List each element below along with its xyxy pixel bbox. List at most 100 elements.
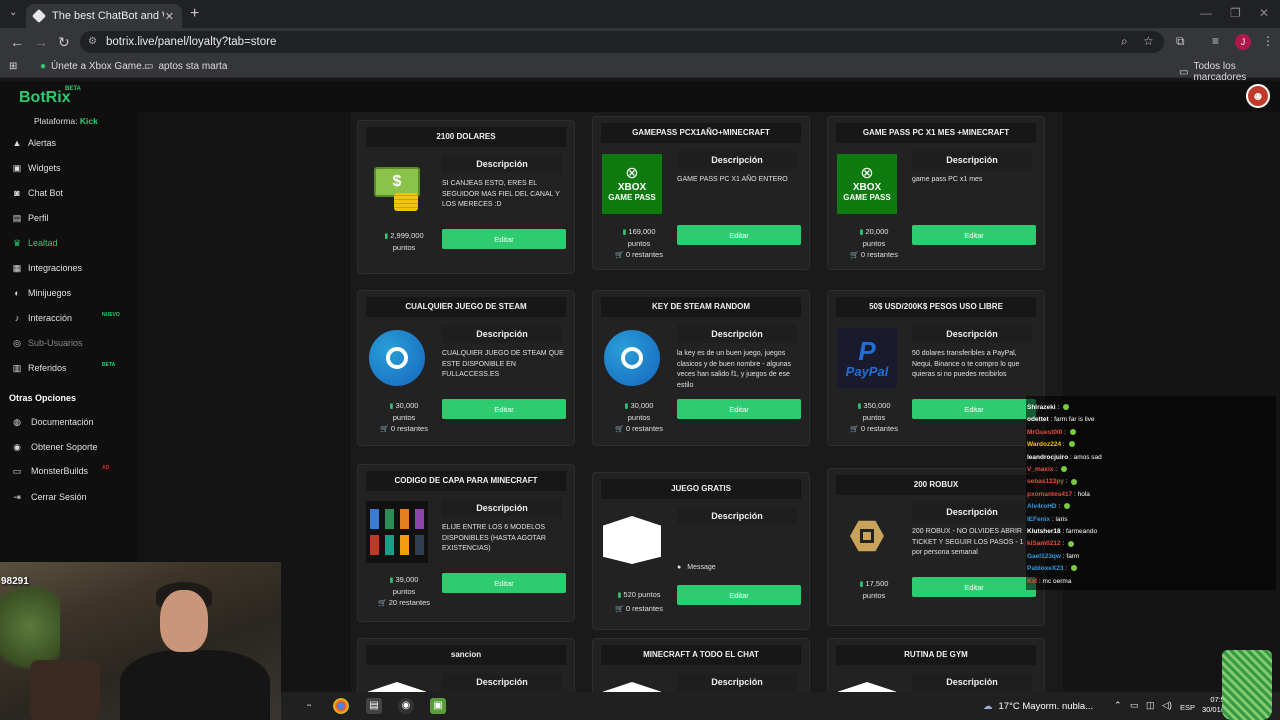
- sidebar-item-label: Documentación: [31, 417, 94, 427]
- remaining-text: 20 restantes: [388, 598, 431, 607]
- media-icon[interactable]: ≡: [1212, 34, 1219, 48]
- chat-username: Alv4roHD: [1027, 503, 1057, 511]
- bell-icon: ▲: [12, 138, 22, 148]
- close-tab-icon[interactable]: ✕: [165, 10, 174, 23]
- obs-icon[interactable]: ◉: [398, 698, 414, 714]
- description-header: Descripción: [912, 503, 1032, 521]
- apps-icon[interactable]: ⊞: [9, 61, 17, 72]
- chrome-icon[interactable]: [333, 698, 349, 714]
- tray-chevron-icon[interactable]: ⌃: [1114, 700, 1122, 711]
- menu-icon[interactable]: ⋮: [1262, 34, 1274, 48]
- streamer-body: [120, 650, 270, 720]
- reload-icon[interactable]: ↻: [58, 34, 70, 51]
- emote-icon: [1069, 429, 1076, 436]
- sidebar-item-cerrar-sesi-n[interactable]: ⇥ Cerrar Sesión: [0, 486, 138, 508]
- sidebar-item-documentaci-n[interactable]: ◍ Documentación: [0, 411, 138, 433]
- cart-icon: 🛒: [615, 426, 624, 433]
- chat-username: kiSam0212: [1027, 540, 1061, 548]
- zoom-icon[interactable]: ⌕: [1121, 34, 1128, 49]
- cup-overlay-image: [1222, 650, 1272, 720]
- edit-reward-button[interactable]: Editar: [677, 399, 801, 419]
- sidebar-item-perfil[interactable]: ▤ Perfil: [0, 207, 138, 229]
- sidebar-item-label: Referidos: [28, 363, 67, 373]
- network-icon[interactable]: ◫: [1146, 700, 1155, 711]
- cart-icon: 🛒: [377, 600, 387, 607]
- sidebar-item-monsterbuilds[interactable]: ▭ MonsterBuilds AD: [0, 460, 138, 482]
- edit-reward-button[interactable]: Editar: [912, 577, 1036, 597]
- sidebar-item-interacci-n[interactable]: ♪ Interacción NUEVO: [0, 307, 138, 329]
- remaining-text: 0 restantes: [860, 424, 898, 433]
- reward-image: [366, 327, 428, 389]
- chat-message: Wardoz224 :: [1027, 441, 1075, 448]
- xbox-icon: ●: [40, 61, 47, 72]
- reward-description: GAME PASS PC X1 AÑO ENTERO: [677, 176, 788, 183]
- app-icon[interactable]: ▪▪: [301, 698, 317, 714]
- reward-points: 39,000: [395, 575, 419, 584]
- support-icon: ◉: [13, 441, 21, 452]
- points-unit: puntos: [627, 238, 651, 248]
- edit-reward-button[interactable]: Editar: [442, 229, 566, 249]
- weather-widget[interactable]: ☁ 17°C Mayorm. nubla...: [983, 692, 1093, 720]
- gamepad-icon: ◐: [14, 288, 20, 298]
- edit-reward-button[interactable]: Editar: [442, 573, 566, 593]
- reward-card: GAMEPASS PCX1AÑO+MINECRAFT ⊗ XBOX GAME PASS…: [592, 116, 810, 270]
- edit-reward-button[interactable]: Editar: [912, 225, 1036, 245]
- bookmark-folder-aptos[interactable]: ▭ aptos sta marta: [144, 61, 227, 72]
- volume-icon[interactable]: ◁): [1162, 700, 1172, 711]
- sidebar-item-minijuegos[interactable]: ◐ Minijuegos: [0, 282, 138, 304]
- sidebar-item-label: Widgets: [28, 163, 61, 173]
- extensions-icon[interactable]: ⧉: [1176, 34, 1185, 49]
- sidebar-item-lealtad[interactable]: ♛ Lealtad: [0, 232, 138, 254]
- sidebar-item-sub-usuarios[interactable]: ◎ Sub-Usuarios: [0, 332, 138, 354]
- widgets-icon: ▣: [12, 162, 22, 173]
- sidebar-item-integraciones[interactable]: ▦ Integraciones: [0, 257, 138, 279]
- reward-card: RUTINA DE GYM Descripción: [827, 638, 1045, 692]
- edit-reward-button[interactable]: Editar: [677, 585, 801, 605]
- calculator-icon[interactable]: ▤: [366, 698, 382, 714]
- description-header: Descripción: [677, 673, 797, 691]
- sidebar-item-obtener-soporte[interactable]: ◉ Obtener Soporte: [0, 436, 138, 458]
- new-tab-icon[interactable]: +: [190, 5, 199, 23]
- webcam-counter: 98291: [1, 576, 29, 587]
- user-avatar[interactable]: ☻: [1246, 84, 1270, 108]
- all-bookmarks[interactable]: ▭ Todos los marcadores: [1179, 61, 1280, 83]
- reward-image: [366, 501, 428, 563]
- cloud-icon: ☁: [983, 700, 993, 712]
- maximize-icon[interactable]: ❐: [1230, 6, 1241, 20]
- sidebar-item-label: MonsterBuilds: [31, 466, 89, 476]
- close-window-icon[interactable]: ✕: [1259, 6, 1269, 20]
- points-unit: puntos: [862, 238, 886, 248]
- browser-tab-active[interactable]: The best ChatBot and Widgets ✕: [26, 4, 182, 28]
- profile-icon: ▤: [12, 212, 22, 223]
- reward-card: GAME PASS PC X1 MES +MINECRAFT ⊗ XBOX GAME …: [827, 116, 1045, 270]
- botrix-logo[interactable]: BotRix: [19, 89, 71, 107]
- description-header: Descripción: [442, 325, 562, 343]
- minecraft-icon[interactable]: ▣: [430, 698, 446, 714]
- address-bar[interactable]: ⚙ botrix.live/panel/loyalty?tab=store: [80, 31, 1164, 53]
- back-icon[interactable]: ←: [10, 34, 24, 50]
- edit-reward-button[interactable]: Editar: [442, 399, 566, 419]
- tab-search-icon[interactable]: ⌄: [9, 7, 17, 18]
- description-header: Descripción: [442, 673, 562, 691]
- reward-points: 169,000: [628, 227, 656, 236]
- chat-message: Gael123qw : farm: [1027, 552, 1080, 560]
- sidebar-item-alertas[interactable]: ▲ Alertas: [0, 132, 138, 154]
- edit-reward-button[interactable]: Editar: [912, 399, 1036, 419]
- message-icon: ●: [677, 564, 682, 571]
- bookmark-xbox-label: Únete a Xbox Game...: [51, 61, 150, 72]
- paypal-text: PayPal: [845, 363, 889, 379]
- site-info-icon[interactable]: ⚙: [88, 36, 97, 47]
- sidebar-item-referidos[interactable]: ▥ Referidos BETA: [0, 357, 138, 379]
- sidebar-item-widgets[interactable]: ▣ Widgets: [0, 157, 138, 179]
- language-indicator[interactable]: ESP: [1180, 703, 1195, 712]
- coins-icon: ▮: [859, 581, 864, 588]
- minimize-icon[interactable]: —: [1200, 6, 1212, 20]
- edit-reward-button[interactable]: Editar: [677, 225, 801, 245]
- profile-avatar[interactable]: J: [1235, 34, 1251, 50]
- points-unit: puntos: [392, 586, 416, 596]
- emote-icon: [1068, 540, 1075, 547]
- bookmark-star-icon[interactable]: ☆: [1143, 34, 1154, 48]
- sidebar-item-chat-bot[interactable]: ◙ Chat Bot: [0, 182, 138, 204]
- forward-icon[interactable]: →: [34, 34, 48, 50]
- bookmark-xbox[interactable]: ● Únete a Xbox Game...: [40, 61, 150, 72]
